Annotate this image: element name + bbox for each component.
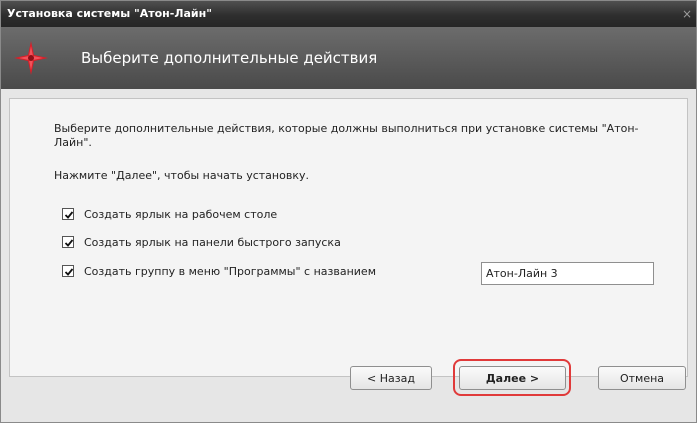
back-button[interactable]: < Назад: [350, 366, 432, 390]
checkmark-icon: [64, 268, 74, 276]
option-quicklaunch-shortcut[interactable]: Создать ярлык на панели быстрого запуска: [62, 234, 341, 250]
window-title: Установка системы "Атон-Лайн": [7, 7, 212, 20]
checkmark-icon: [64, 211, 74, 219]
title-bar[interactable]: Установка системы "Атон-Лайн" ×: [1, 1, 696, 27]
program-group-checkbox[interactable]: [62, 265, 74, 277]
wizard-header: Выберите дополнительные действия: [1, 27, 696, 89]
desktop-shortcut-checkbox[interactable]: [62, 208, 74, 220]
desktop-shortcut-label: Создать ярлык на рабочем столе: [84, 207, 278, 221]
installer-window: Установка системы "Атон-Лайн" × Выберите…: [0, 0, 697, 423]
quicklaunch-shortcut-label: Создать ярлык на панели быстрого запуска: [84, 235, 341, 249]
program-group-name-input[interactable]: [481, 262, 654, 285]
page-heading: Выберите дополнительные действия: [81, 49, 378, 67]
program-group-label: Создать группу в меню "Программы" с назв…: [84, 264, 376, 278]
checkmark-icon: [64, 239, 74, 247]
description-text: Выберите дополнительные действия, которы…: [54, 122, 639, 149]
aton-line-logo-icon: [14, 41, 48, 75]
close-icon[interactable]: ×: [680, 1, 694, 27]
option-program-group[interactable]: Создать группу в меню "Программы" с назв…: [62, 263, 376, 279]
option-desktop-shortcut[interactable]: Создать ярлык на рабочем столе: [62, 206, 277, 222]
cancel-button[interactable]: Отмена: [598, 366, 686, 390]
next-button-highlight-outline: [453, 359, 571, 396]
hint-text: Нажмите "Далее", чтобы начать установку.: [54, 169, 309, 182]
quicklaunch-shortcut-checkbox[interactable]: [62, 236, 74, 248]
